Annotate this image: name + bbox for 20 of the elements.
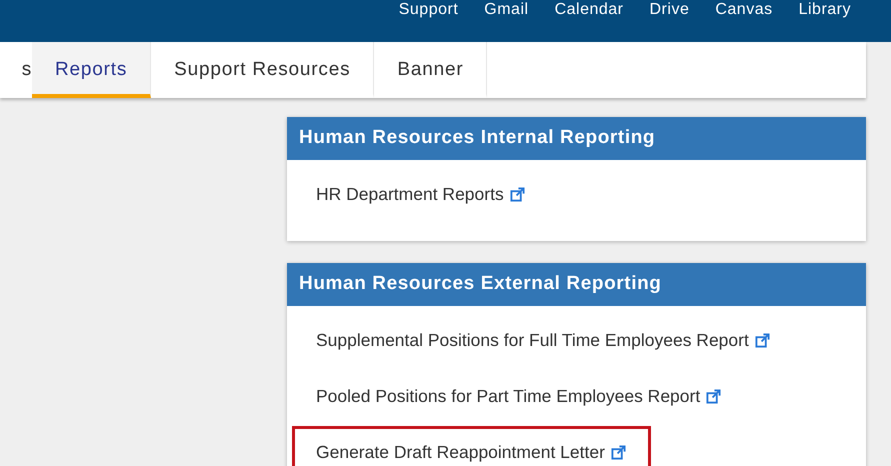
nav-link[interactable]: Gmail bbox=[484, 1, 529, 19]
external-link-icon bbox=[754, 333, 770, 348]
tab[interactable]: s bbox=[0, 42, 32, 98]
tab[interactable]: Banner bbox=[374, 42, 488, 98]
tab[interactable]: Reports bbox=[32, 42, 152, 98]
external-link-icon bbox=[706, 389, 722, 404]
nav-link[interactable]: Library bbox=[798, 1, 851, 19]
nav-link[interactable]: Support bbox=[398, 1, 458, 19]
nav-link[interactable]: Canvas bbox=[715, 1, 773, 19]
nav-link[interactable]: Calendar bbox=[554, 1, 624, 19]
nav-link[interactable]: Drive bbox=[650, 1, 690, 19]
panel-title: Human Resources External Reporting bbox=[287, 263, 866, 306]
external-link-icon bbox=[610, 445, 626, 460]
panel-title: Human Resources Internal Reporting bbox=[287, 117, 866, 160]
report-link[interactable]: HR Department Reports bbox=[316, 184, 504, 205]
report-link[interactable]: Generate Draft Reappointment Letter bbox=[316, 442, 605, 463]
tab[interactable]: Support Resources bbox=[151, 42, 374, 98]
report-link[interactable]: Pooled Positions for Part Time Employees Report bbox=[316, 386, 700, 407]
external-link-icon bbox=[510, 187, 525, 202]
report-link[interactable]: Supplemental Positions for Full Time Employees Report bbox=[316, 330, 749, 351]
